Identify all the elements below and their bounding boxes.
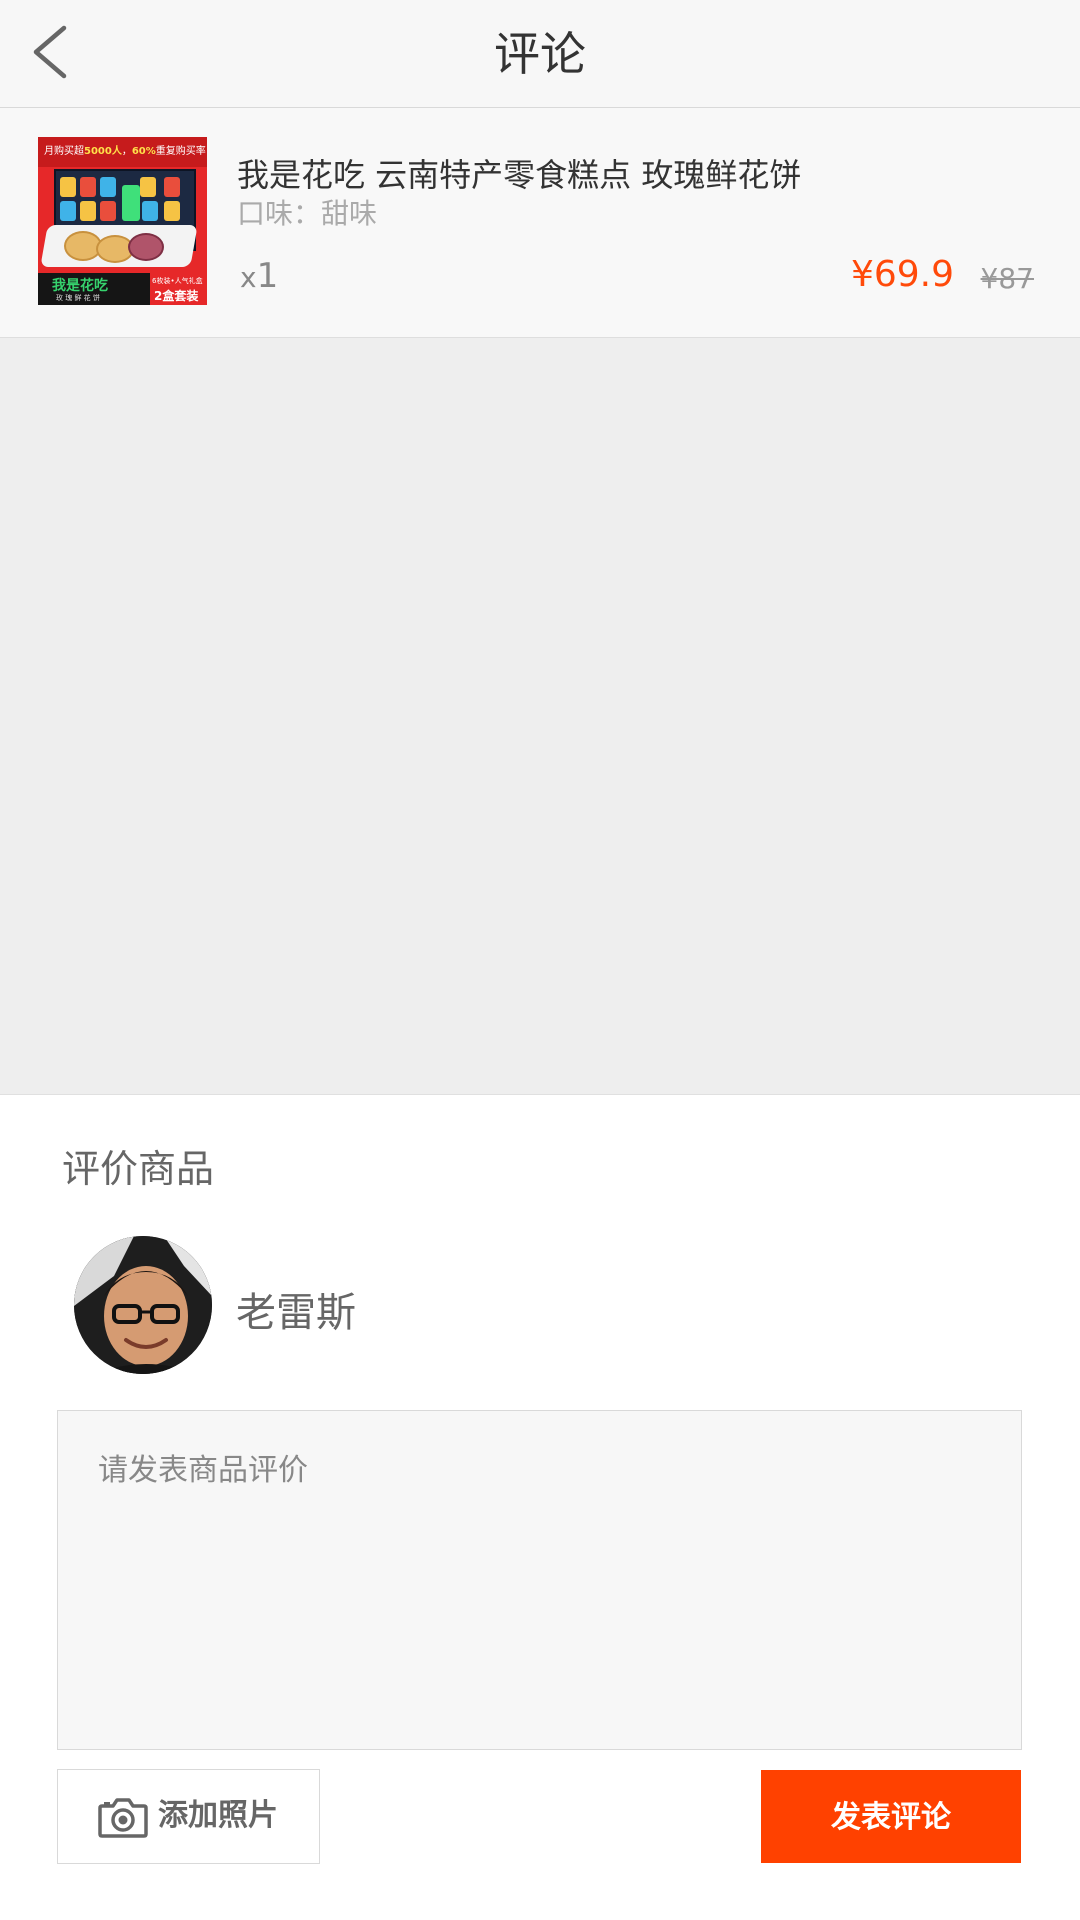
product-image-brand: 我是花吃	[52, 278, 108, 294]
product-image-brand-sub: 玫 瑰 鲜 花 饼	[56, 294, 100, 302]
review-input[interactable]	[57, 1410, 1022, 1750]
original-price: ¥87	[980, 262, 1034, 295]
content-spacer	[0, 338, 1080, 1095]
product-image-banner: 月购买超5000人，60%重复购买率	[38, 137, 207, 167]
page-title: 评论	[494, 27, 586, 81]
top-nav-bar: 评论	[0, 0, 1080, 108]
product-card[interactable]: 月购买超5000人，60%重复购买率 我是花吃 玫 瑰 鲜 花 饼 6枚装•人气…	[0, 108, 1080, 338]
section-title: 评价商品	[62, 1147, 215, 1191]
product-spec: 口味：甜味	[237, 197, 378, 230]
product-name: 我是花吃 云南特产零食糕点 玫瑰鲜花饼	[237, 156, 802, 194]
add-photo-label: 添加照片	[158, 1798, 278, 1833]
product-image-tag-small: 6枚装•人气礼盒	[152, 277, 203, 285]
avatar	[74, 1236, 212, 1374]
product-quantity: x1	[240, 256, 279, 296]
product-image-tag-big: 2盒套装	[154, 289, 199, 303]
product-image: 月购买超5000人，60%重复购买率 我是花吃 玫 瑰 鲜 花 饼 6枚装•人气…	[38, 137, 207, 305]
camera-icon	[98, 1798, 148, 1838]
submit-review-button[interactable]: 发表评论	[761, 1770, 1021, 1863]
add-photo-button[interactable]: 添加照片	[57, 1769, 320, 1864]
user-name: 老雷斯	[236, 1290, 356, 1336]
current-price: ¥69.9	[850, 254, 954, 295]
